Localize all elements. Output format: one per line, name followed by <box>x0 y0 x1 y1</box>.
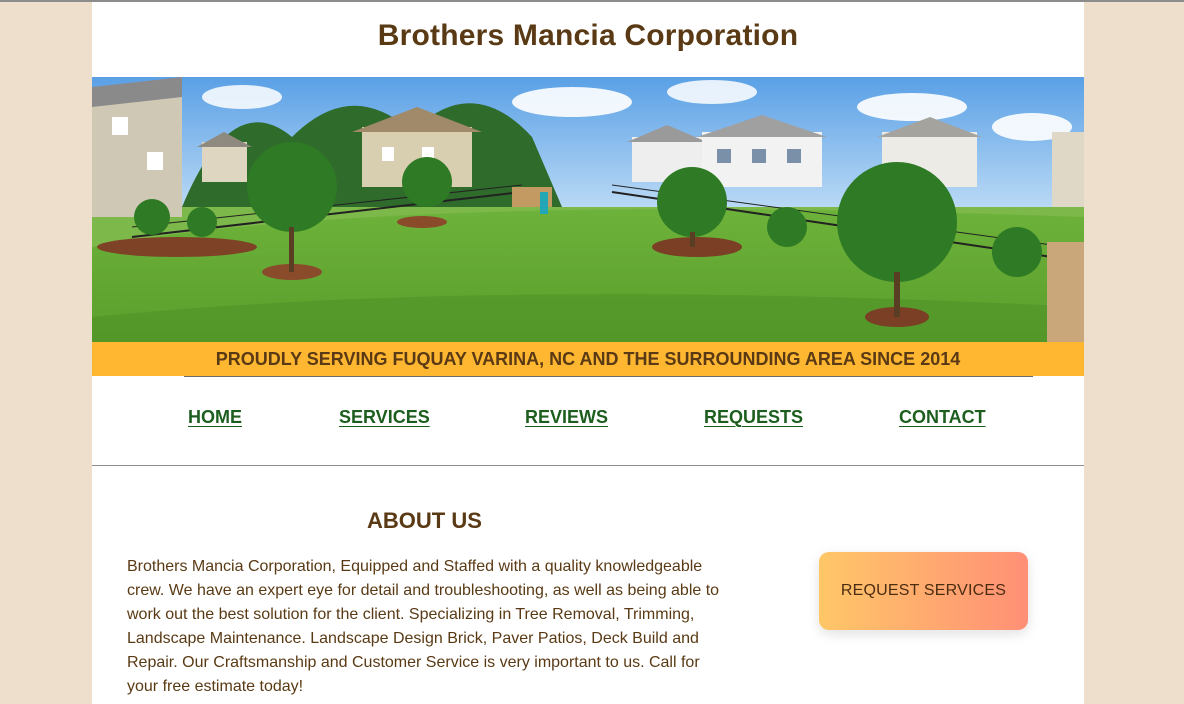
banner-divider <box>184 376 1033 377</box>
nav-services-link[interactable]: SERVICES <box>339 407 430 428</box>
main-nav: HOME SERVICES REVIEWS REQUESTS CONTACT <box>92 400 1084 440</box>
nav-reviews-link[interactable]: REVIEWS <box>525 407 608 428</box>
about-us-heading: ABOUT US <box>367 508 482 533</box>
nav-home-link[interactable]: HOME <box>188 407 242 428</box>
service-area-banner: PROUDLY SERVING FUQUAY VARINA, NC AND TH… <box>92 342 1084 376</box>
nav-divider <box>92 465 1084 466</box>
site-title: Brothers Mancia Corporation <box>377 19 799 52</box>
hero-illustration <box>92 77 1084 342</box>
request-services-button[interactable]: REQUEST SERVICES <box>819 552 1028 630</box>
page-container: Brothers Mancia Corporation PROUDLY SERV… <box>92 2 1084 704</box>
about-us-text: Brothers Mancia Corporation, Equipped an… <box>127 558 720 695</box>
hero-image-yard-panorama <box>92 77 1084 342</box>
nav-requests-link[interactable]: REQUESTS <box>704 407 803 428</box>
nav-contact-link[interactable]: CONTACT <box>899 407 986 428</box>
